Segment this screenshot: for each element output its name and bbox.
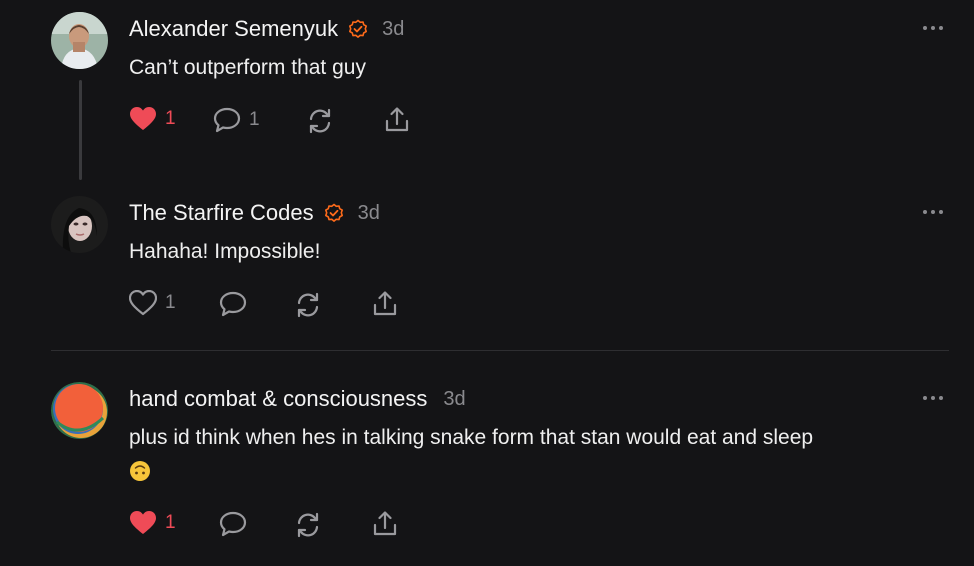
share-button[interactable]: [371, 510, 399, 538]
heart-icon: [130, 107, 156, 130]
like-button[interactable]: 1: [129, 510, 176, 536]
comment-bubble-icon: [219, 511, 247, 537]
reply-button[interactable]: [219, 290, 247, 318]
more-icon[interactable]: [921, 24, 945, 32]
timestamp[interactable]: 3d: [443, 388, 465, 411]
reply-count: 1: [249, 109, 260, 130]
like-button[interactable]: 1: [129, 106, 176, 132]
restack-icon: [297, 292, 319, 318]
more-icon[interactable]: [921, 208, 945, 216]
comment-bubble-icon: [219, 291, 247, 317]
author-name[interactable]: hand combat & consciousness: [129, 386, 427, 412]
share-button[interactable]: [371, 290, 399, 318]
upside-down-face-emoji: [130, 461, 150, 481]
like-count: 1: [165, 108, 176, 129]
reply-button[interactable]: 1: [213, 106, 260, 134]
divider: [51, 350, 949, 351]
heart-icon: [130, 511, 156, 534]
author-name[interactable]: The Starfire Codes: [129, 200, 314, 226]
restack-button[interactable]: [293, 510, 323, 540]
timestamp[interactable]: 3d: [358, 202, 380, 225]
share-button[interactable]: [383, 106, 411, 134]
restack-icon: [297, 512, 319, 538]
more-icon[interactable]: [921, 394, 945, 402]
reply-button[interactable]: [219, 510, 247, 538]
verified-badge-icon: [349, 19, 368, 38]
heart-icon: [129, 290, 157, 316]
restack-button[interactable]: [293, 290, 323, 320]
restack-icon: [309, 108, 331, 134]
avatar[interactable]: [51, 382, 108, 439]
restack-button[interactable]: [305, 106, 335, 136]
comment-bubble-icon: [213, 107, 241, 133]
avatar[interactable]: [51, 196, 108, 253]
timestamp[interactable]: 3d: [382, 18, 404, 41]
comment-text: Hahaha! Impossible!: [129, 240, 321, 263]
verified-badge-icon: [324, 203, 343, 222]
comment-text: plus id think when hes in talking snake …: [129, 426, 814, 449]
thread-line: [79, 80, 82, 180]
comment-text: Can’t outperform that guy: [129, 56, 366, 79]
share-icon: [373, 511, 397, 536]
author-name[interactable]: Alexander Semenyuk: [129, 16, 338, 42]
share-icon: [385, 107, 409, 132]
share-icon: [373, 291, 397, 316]
avatar[interactable]: [51, 12, 108, 69]
like-button[interactable]: 1: [129, 290, 176, 316]
like-count: 1: [165, 292, 176, 313]
like-count: 1: [165, 512, 176, 533]
